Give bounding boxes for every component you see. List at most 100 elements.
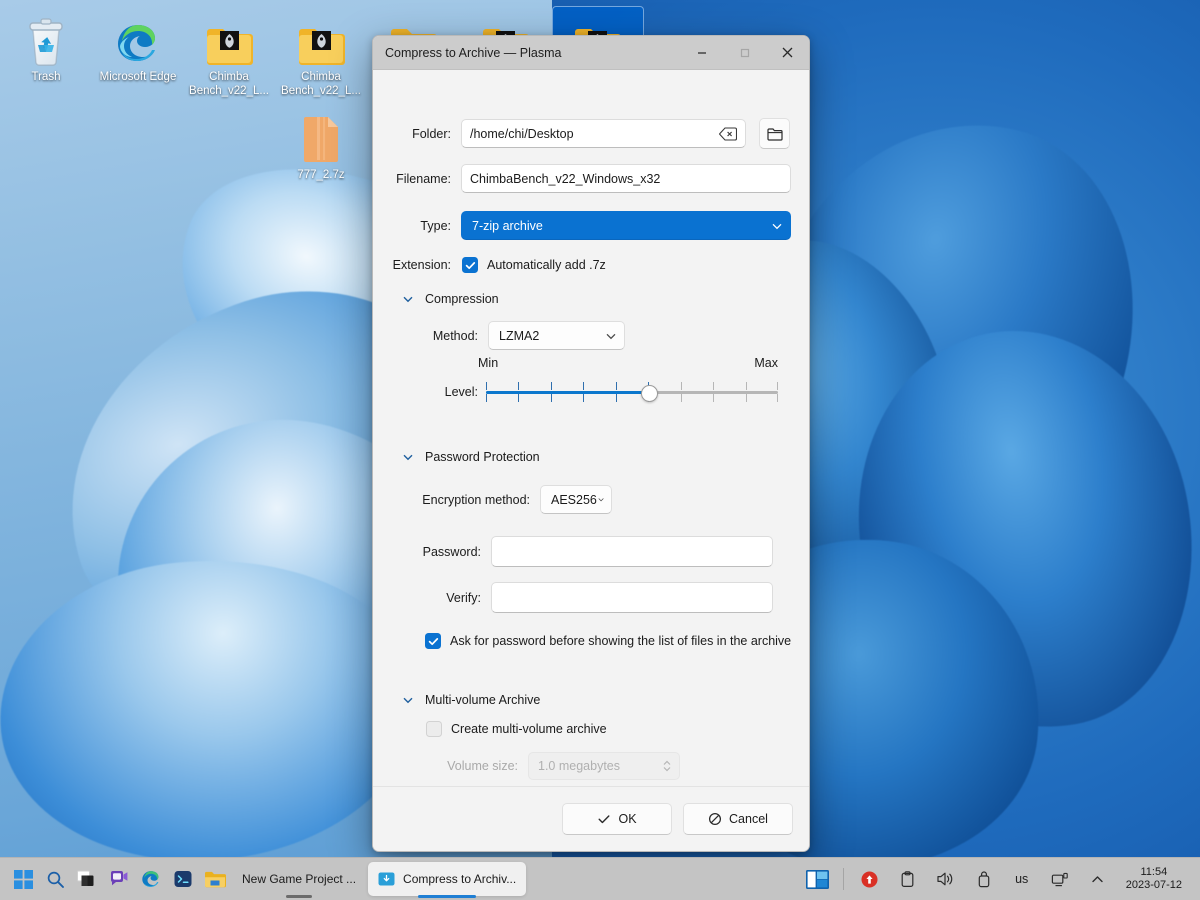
desktop-icon-archive-777[interactable]: 777_2.7z xyxy=(277,112,365,182)
desktop-icon-chimbabench-2[interactable]: Chimba Bench_v22_L... xyxy=(277,14,365,98)
compression-section-header[interactable]: Compression xyxy=(401,292,499,306)
desktop-icon-label: 777_2.7z xyxy=(297,169,345,181)
spinner-arrows-icon[interactable] xyxy=(661,757,673,775)
slider-tick xyxy=(518,382,520,390)
tray-show-hidden-icons[interactable] xyxy=(1080,864,1116,894)
compression-section-title: Compression xyxy=(425,292,499,306)
desktop-icon-trash[interactable]: Trash xyxy=(2,14,90,84)
desktop-icon-microsoft-edge[interactable]: Microsoft Edge xyxy=(94,14,182,84)
desktop-icon-label: Trash xyxy=(31,71,61,83)
task-view-icon xyxy=(76,870,93,886)
slider-tick xyxy=(615,394,617,402)
extension-checkbox[interactable]: Automatically add .7z xyxy=(462,257,606,273)
tray-divider xyxy=(842,868,844,890)
taskbar-search-button[interactable] xyxy=(40,862,70,896)
slider-tick xyxy=(680,394,682,402)
folder-input[interactable]: /home/chi/Desktop xyxy=(461,119,746,148)
extension-label: Extension: xyxy=(392,258,451,272)
extension-checkbox-label: Automatically add .7z xyxy=(487,258,606,272)
tray-volume[interactable] xyxy=(928,864,964,894)
tray-network[interactable] xyxy=(1042,864,1078,894)
desktop-icon-chimbabench-1[interactable]: Chimba Bench_v22_L... xyxy=(185,14,273,98)
type-select-value: 7-zip archive xyxy=(472,218,543,233)
taskbar-edge-button[interactable] xyxy=(136,862,166,896)
clipboard-icon xyxy=(901,870,914,887)
slider-tick xyxy=(583,394,585,402)
compression-level-slider[interactable] xyxy=(486,378,778,406)
level-min-label: Min xyxy=(478,356,499,370)
checkbox-unchecked-icon xyxy=(426,721,442,737)
start-button[interactable] xyxy=(8,862,38,896)
browse-folder-button[interactable] xyxy=(759,118,790,149)
task-indicator xyxy=(286,895,313,898)
terminal-icon xyxy=(174,871,192,887)
dialog-titlebar[interactable]: Compress to Archive — Plasma xyxy=(373,36,809,70)
taskbar-task-compress-to-archive[interactable]: Compress to Archiv... xyxy=(368,862,527,898)
slider-tick xyxy=(680,382,682,390)
encryption-select[interactable]: AES256 xyxy=(540,485,612,514)
password-input[interactable] xyxy=(491,536,773,567)
method-label: Method: xyxy=(432,328,478,343)
create-multivolume-checkbox[interactable]: Create multi-volume archive xyxy=(426,721,607,737)
cancel-button[interactable]: Cancel xyxy=(683,803,793,835)
update-alert-icon xyxy=(861,871,878,887)
multivolume-section-header[interactable]: Multi-volume Archive xyxy=(401,693,540,707)
filename-input-value: ChimbaBench_v22_Windows_x32 xyxy=(470,171,661,186)
slider-tick xyxy=(486,394,487,402)
slider-tick xyxy=(777,382,778,390)
tray-clipboard[interactable] xyxy=(890,864,926,894)
close-button[interactable] xyxy=(766,36,809,69)
verify-input[interactable] xyxy=(491,582,773,613)
password-section-title: Password Protection xyxy=(425,450,540,464)
verify-label: Verify: xyxy=(446,590,481,605)
filename-input[interactable]: ChimbaBench_v22_Windows_x32 xyxy=(461,164,791,193)
taskbar-chat-button[interactable] xyxy=(104,862,134,896)
type-select[interactable]: 7-zip archive xyxy=(461,211,791,240)
maximize-button[interactable] xyxy=(723,36,766,69)
widgets-button[interactable] xyxy=(801,862,835,896)
filename-row: Filename: ChimbaBench_v22_Windows_x32 xyxy=(373,164,809,193)
folder-open-icon xyxy=(766,127,783,141)
tray-keyboard-layout[interactable]: us xyxy=(1004,864,1040,894)
backspace-clear-icon[interactable] xyxy=(719,126,737,141)
ask-password-checkbox[interactable]: Ask for password before showing the list… xyxy=(425,633,791,649)
ok-button[interactable]: OK xyxy=(562,803,672,835)
slider-tick xyxy=(745,382,747,390)
folder-label: Folder: xyxy=(412,126,451,141)
cancel-button-label: Cancel xyxy=(729,812,768,826)
minimize-button[interactable] xyxy=(680,36,723,69)
password-section-header[interactable]: Password Protection xyxy=(401,450,540,464)
slider-tick xyxy=(745,394,747,402)
slider-tick xyxy=(583,382,585,390)
chevron-down-icon xyxy=(606,333,616,339)
taskbar-terminal-button[interactable] xyxy=(168,862,198,896)
method-select[interactable]: LZMA2 xyxy=(488,321,625,350)
taskbar-clock[interactable]: 11:54 2023-07-12 xyxy=(1118,862,1190,896)
archive-file-icon xyxy=(277,112,365,164)
level-scale-labels: Min Max xyxy=(478,356,778,370)
taskbar[interactable]: New Game Project ... Compress to Archiv.… xyxy=(0,857,1200,900)
checkbox-checked-icon xyxy=(462,257,478,273)
desktop-icon-label: Chimba Bench_v22_L... xyxy=(281,71,361,97)
slider-handle[interactable] xyxy=(640,385,658,402)
taskbar-task-label: Compress to Archiv... xyxy=(403,872,517,886)
tray-removable-device[interactable] xyxy=(966,864,1002,894)
widgets-icon xyxy=(806,869,830,889)
method-select-value: LZMA2 xyxy=(499,328,540,343)
taskbar-task-view-button[interactable] xyxy=(72,862,102,896)
extension-row: Extension: Automatically add .7z xyxy=(373,257,809,273)
taskbar-task-new-game-project[interactable]: New Game Project ... xyxy=(232,862,366,898)
keyboard-layout-label: us xyxy=(1015,872,1029,886)
multivolume-section-title: Multi-volume Archive xyxy=(425,693,541,707)
password-label: Password: xyxy=(422,544,481,559)
chevron-up-icon xyxy=(1092,875,1103,882)
volume-size-spinner[interactable]: 1.0 megabytes xyxy=(528,752,680,780)
taskbar-left: New Game Project ... Compress to Archiv.… xyxy=(0,862,527,898)
checkbox-checked-icon xyxy=(425,633,441,649)
tray-update-alert[interactable] xyxy=(852,864,888,894)
volume-size-label: Volume size: xyxy=(447,759,518,773)
compress-to-archive-dialog[interactable]: Compress to Archive — Plasma Folder: /ho… xyxy=(372,35,810,852)
taskbar-task-label: New Game Project ... xyxy=(242,872,357,886)
level-label: Level: xyxy=(444,385,478,399)
taskbar-file-explorer-button[interactable] xyxy=(200,862,230,896)
